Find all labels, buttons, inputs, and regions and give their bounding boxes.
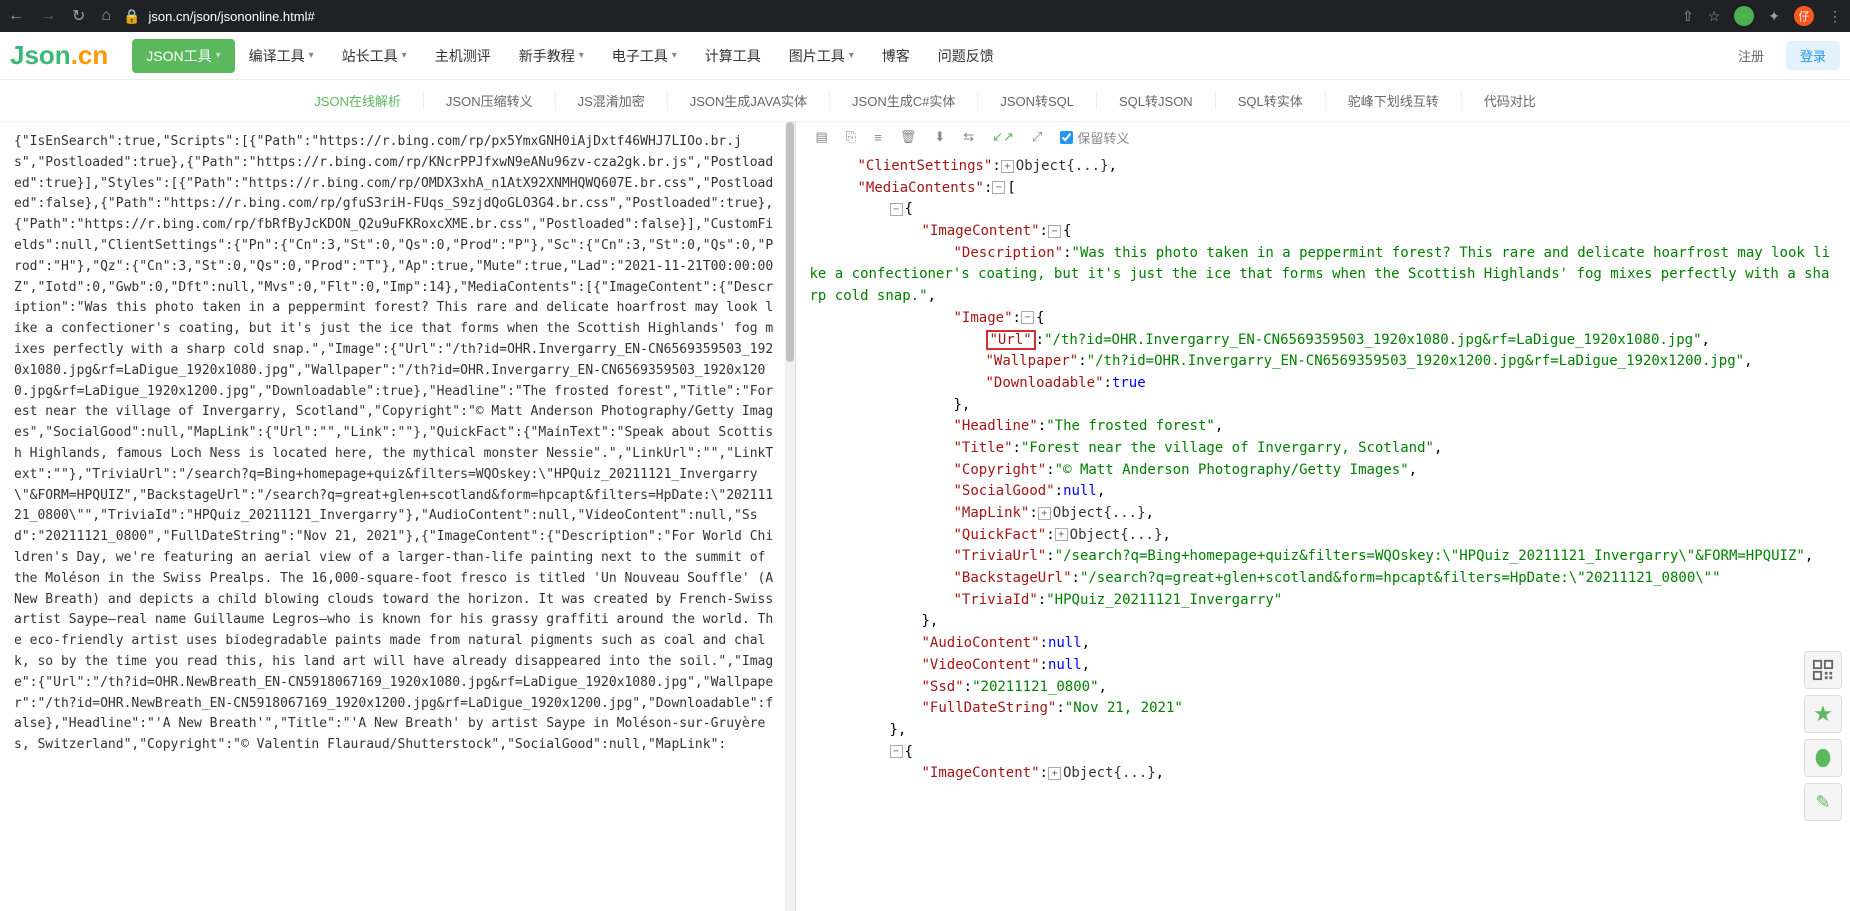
menu-item[interactable]: 编译工具▾ <box>235 39 328 73</box>
subnav-item[interactable]: SQL转JSON <box>1097 91 1216 110</box>
input-pane: {"IsEnSearch":true,"Scripts":[{"Path":"h… <box>0 122 796 911</box>
url-key-highlighted: "Url" <box>986 330 1036 350</box>
collapse-icon[interactable]: − <box>992 181 1005 194</box>
favorite-button[interactable]: ★ <box>1804 695 1842 733</box>
browser-toolbar: ← → ↻ ⌂ 🔒 json.cn/json/jsononline.html# … <box>0 0 1850 32</box>
user-avatar[interactable]: 仔 <box>1794 6 1814 26</box>
subnav-item[interactable]: JSON生成C#实体 <box>830 91 978 110</box>
chevron-down-icon: ▾ <box>402 50 407 61</box>
collapse-icon[interactable]: − <box>890 745 903 758</box>
json-tree[interactable]: "ClientSettings":+Object{...}, "MediaCon… <box>796 152 1850 799</box>
forward-icon: → <box>40 7 56 25</box>
keep-escape-checkbox[interactable]: 保留转义 <box>1060 128 1129 147</box>
bookmark-icon[interactable]: ☆ <box>1708 8 1721 25</box>
chevron-down-icon: ▾ <box>849 50 854 61</box>
lock-icon: 🔒 <box>123 8 140 25</box>
sub-nav: JSON在线解析JSON压缩转义JS混淆加密JSON生成JAVA实体JSON生成… <box>0 80 1850 122</box>
back-icon[interactable]: ← <box>8 7 24 25</box>
expand-icon[interactable]: + <box>1048 767 1061 780</box>
raw-json-input[interactable]: {"IsEnSearch":true,"Scripts":[{"Path":"h… <box>0 122 795 766</box>
subnav-item[interactable]: JSON生成JAVA实体 <box>668 91 830 110</box>
collapse-icon[interactable]: − <box>1021 311 1034 324</box>
extensions-icon[interactable]: ✦ <box>1768 8 1780 25</box>
chevron-down-icon: ▾ <box>309 50 314 61</box>
qr-code-button[interactable] <box>1804 651 1842 689</box>
expand-icon[interactable]: ⤢ <box>1032 129 1042 145</box>
login-button[interactable]: 登录 <box>1786 41 1840 70</box>
subnav-item[interactable]: 驼峰下划线互转 <box>1326 91 1462 110</box>
menu-item[interactable]: 新手教程▾ <box>505 39 598 73</box>
menu-item[interactable]: 站长工具▾ <box>328 39 421 73</box>
scrollbar-thumb[interactable] <box>786 122 794 362</box>
scrollbar[interactable] <box>785 122 795 911</box>
format-icon[interactable]: ≡ <box>874 130 882 145</box>
subnav-item[interactable]: SQL转实体 <box>1216 91 1326 110</box>
menu-item[interactable]: 图片工具▾ <box>775 39 868 73</box>
collapse-icon[interactable]: ↙↗ <box>992 129 1014 145</box>
main-menu: JSON工具▾编译工具▾站长工具▾主机测评新手教程▾电子工具▾计算工具图片工具▾… <box>132 39 1724 73</box>
menu-item[interactable]: 主机测评 <box>421 39 505 73</box>
delete-icon[interactable]: 🗑 <box>900 129 917 145</box>
chevron-down-icon: ▾ <box>672 50 677 61</box>
expand-icon[interactable]: + <box>1038 507 1051 520</box>
site-header: Json.cn JSON工具▾编译工具▾站长工具▾主机测评新手教程▾电子工具▾计… <box>0 32 1850 80</box>
edit-button[interactable]: ✎ <box>1804 783 1842 821</box>
main-area: {"IsEnSearch":true,"Scripts":[{"Path":"h… <box>0 122 1850 911</box>
subnav-item[interactable]: JSON在线解析 <box>292 91 424 110</box>
menu-item[interactable]: 电子工具▾ <box>598 39 691 73</box>
menu-item[interactable]: JSON工具▾ <box>132 39 234 73</box>
chevron-down-icon: ▾ <box>579 50 584 61</box>
collapse-icon[interactable]: − <box>1048 225 1061 238</box>
home-icon[interactable]: ⌂ <box>101 7 111 25</box>
subnav-item[interactable]: 代码对比 <box>1462 91 1558 110</box>
reload-icon[interactable]: ↻ <box>72 6 85 26</box>
menu-icon[interactable]: ⋮ <box>1828 8 1842 25</box>
subnav-item[interactable]: JSON转SQL <box>978 91 1097 110</box>
expand-icon[interactable]: + <box>1055 528 1068 541</box>
subnav-item[interactable]: JS混淆加密 <box>556 91 668 110</box>
logo[interactable]: Json.cn <box>10 40 108 71</box>
menu-item[interactable]: 计算工具 <box>691 39 775 73</box>
output-toolbar: ▤ ⎘ ≡ 🗑 ⬇ ⇆ ↙↗ ⤢ 保留转义 <box>796 122 1850 152</box>
expand-icon[interactable]: + <box>1001 160 1014 173</box>
menu-item[interactable]: 问题反馈 <box>924 39 1008 73</box>
collapse-icon[interactable]: − <box>890 203 903 216</box>
url-text[interactable]: json.cn/json/jsononline.html# <box>149 9 315 24</box>
qq-button[interactable] <box>1804 739 1842 777</box>
chevron-down-icon: ▾ <box>216 50 221 61</box>
save-icon[interactable]: ⎘ <box>846 129 856 145</box>
output-pane: ▤ ⎘ ≡ 🗑 ⬇ ⇆ ↙↗ ⤢ 保留转义 "ClientSettings":+… <box>796 122 1850 911</box>
share-icon[interactable]: ⇧ <box>1682 8 1694 25</box>
menu-item[interactable]: 博客 <box>868 39 924 73</box>
download-icon[interactable]: ⬇ <box>934 129 945 145</box>
extension-icon[interactable] <box>1734 6 1754 26</box>
copy-icon[interactable]: ▤ <box>816 129 828 145</box>
subnav-item[interactable]: JSON压缩转义 <box>424 91 556 110</box>
float-sidebar: ★ ✎ <box>1804 651 1842 821</box>
share-icon[interactable]: ⇆ <box>963 129 974 145</box>
register-button[interactable]: 注册 <box>1724 41 1778 70</box>
